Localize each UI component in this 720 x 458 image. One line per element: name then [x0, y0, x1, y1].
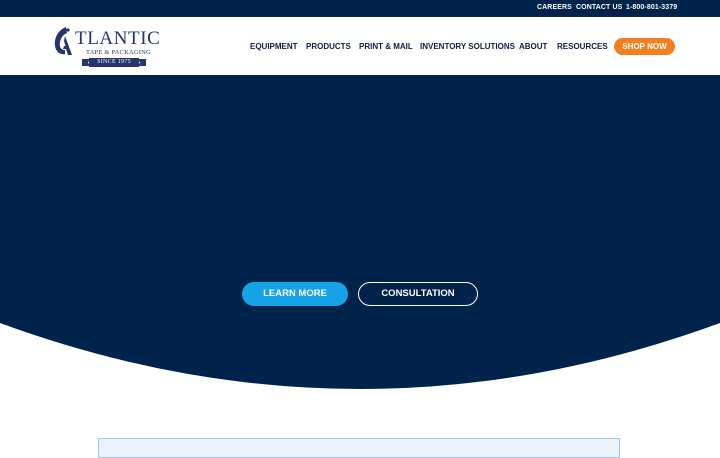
- logo-subtitle: TAPE & PACKAGING: [86, 49, 151, 56]
- site-header: TLANTIC TAPE & PACKAGING SINCE 1975 EQUI…: [0, 17, 720, 75]
- logo-a-icon: [54, 27, 72, 55]
- logo-since-badge: SINCE 1975: [97, 59, 131, 65]
- nav-item-print-mail[interactable]: PRINT & MAIL: [359, 42, 413, 51]
- top-utility-bar: CAREERS CONTACT US 1-800-801-3379: [0, 0, 720, 17]
- contact-us-link[interactable]: CONTACT US: [576, 4, 622, 11]
- nav-item-about[interactable]: ABOUT: [519, 42, 547, 51]
- site-logo[interactable]: TLANTIC TAPE & PACKAGING SINCE 1975: [52, 25, 164, 69]
- nav-item-equipment[interactable]: EQUIPMENT: [250, 42, 298, 51]
- hero-banner: [0, 75, 720, 389]
- content-panel: [98, 438, 620, 458]
- phone-link[interactable]: 1-800-801-3379: [626, 4, 677, 11]
- logo-wordmark: TLANTIC: [75, 28, 161, 49]
- consultation-button[interactable]: CONSULTATION: [358, 282, 478, 306]
- careers-link[interactable]: CAREERS: [537, 4, 572, 11]
- nav-item-inventory-solutions[interactable]: INVENTORY SOLUTIONS: [420, 42, 515, 51]
- shop-now-button[interactable]: SHOP NOW: [614, 38, 675, 55]
- nav-item-products[interactable]: PRODUCTS: [306, 42, 351, 51]
- learn-more-button[interactable]: LEARN MORE: [242, 282, 348, 306]
- nav-item-resources[interactable]: RESOURCES: [557, 42, 608, 51]
